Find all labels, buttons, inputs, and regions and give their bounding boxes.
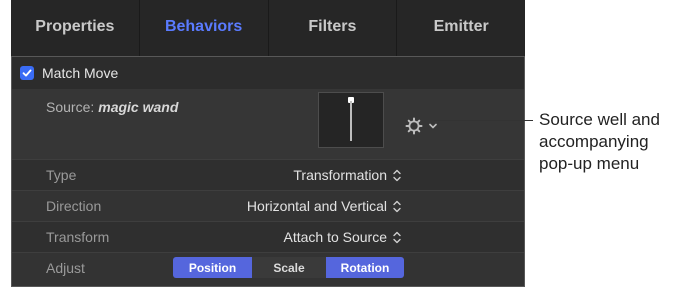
property-row-type: Type Transformation [12, 159, 524, 190]
enable-checkbox[interactable] [20, 66, 34, 80]
adjust-segmented-control: Position Scale Rotation [173, 257, 404, 278]
segment-rotation[interactable]: Rotation [326, 257, 404, 278]
updown-arrows-icon[interactable] [392, 168, 402, 183]
callout-text: Source well and accompanying pop-up menu [539, 109, 691, 175]
chevron-down-icon[interactable] [428, 121, 438, 131]
property-row-direction: Direction Horizontal and Vertical [12, 190, 524, 221]
gear-icon[interactable] [405, 117, 423, 135]
tab-properties[interactable]: Properties [11, 0, 140, 56]
direction-label: Direction [46, 198, 102, 214]
behavior-panel: Match Move Source: magic wand Type Trans… [11, 56, 525, 287]
checkmark-icon [22, 69, 32, 77]
source-row: Source: magic wand [12, 89, 524, 159]
adjust-label: Adjust [46, 260, 85, 276]
well-line [350, 101, 352, 141]
direction-popup[interactable]: Horizontal and Vertical [247, 198, 387, 214]
transform-label: Transform [46, 229, 110, 245]
property-row-adjust: Adjust Position Scale Rotation [12, 252, 524, 286]
type-label: Type [46, 167, 77, 183]
source-label: Source: magic wand [46, 99, 178, 115]
inspector-panel: Properties Behaviors Filters Emitter Mat… [11, 0, 525, 287]
property-row-transform: Transform Attach to Source [12, 221, 524, 252]
source-label-text: Source: [46, 99, 95, 115]
transform-popup[interactable]: Attach to Source [283, 229, 387, 245]
callout-line-1: Source well and [539, 110, 660, 129]
tab-filters[interactable]: Filters [269, 0, 398, 56]
segment-position[interactable]: Position [173, 257, 252, 278]
behavior-title: Match Move [42, 65, 119, 81]
type-popup[interactable]: Transformation [293, 167, 387, 183]
tab-behaviors[interactable]: Behaviors [140, 0, 269, 56]
tab-emitter[interactable]: Emitter [397, 0, 525, 56]
callout-line [434, 120, 533, 121]
callout-line-2: accompanying [539, 132, 649, 151]
behavior-header: Match Move [12, 57, 524, 89]
source-name: magic wand [98, 99, 179, 115]
updown-arrows-icon[interactable] [392, 199, 402, 214]
source-well[interactable] [318, 92, 384, 148]
segment-scale[interactable]: Scale [252, 257, 326, 278]
updown-arrows-icon[interactable] [392, 230, 402, 245]
callout-line-3: pop-up menu [539, 154, 640, 173]
tab-bar: Properties Behaviors Filters Emitter [11, 0, 525, 56]
